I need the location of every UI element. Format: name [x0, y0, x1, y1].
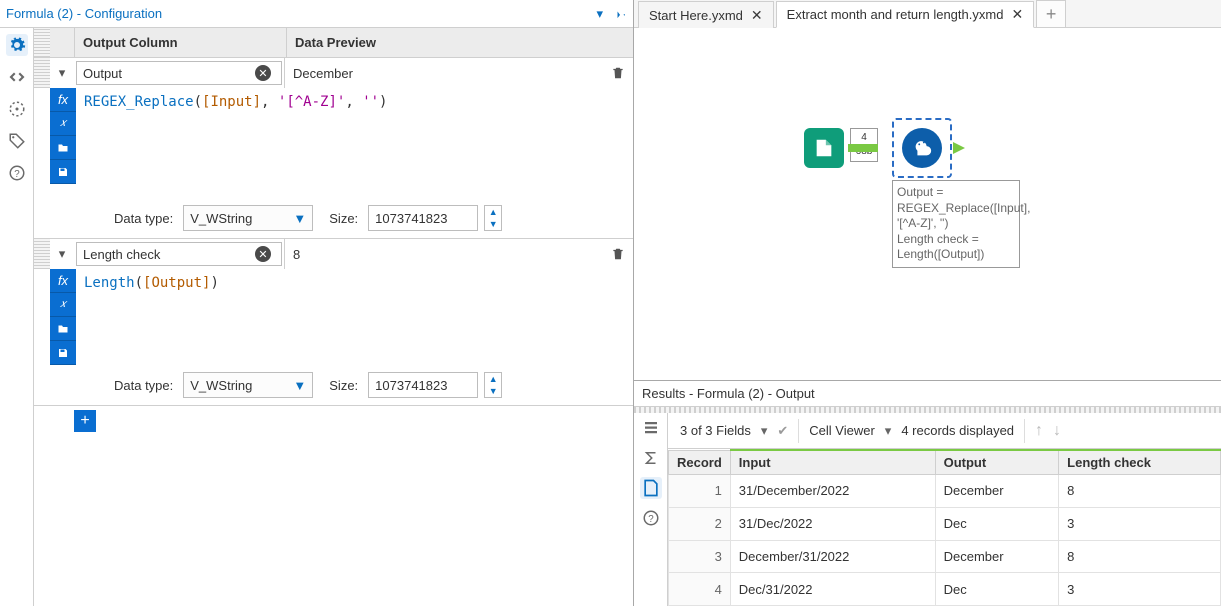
add-tab-button[interactable]: + — [1036, 0, 1066, 27]
results-toolbar: 3 of 3 Fields ▾ ✔ Cell Viewer ▾ 4 record… — [668, 413, 1221, 449]
trash-icon[interactable] — [611, 66, 625, 80]
fx-icon[interactable]: fx — [50, 88, 76, 112]
collapse-icon[interactable]: ▾ — [596, 6, 603, 22]
fields-count-text: 3 of 3 Fields — [680, 423, 751, 438]
document-tab-bar: Start Here.yxmd ✕ Extract month and retu… — [634, 0, 1221, 28]
size-label: Size: — [329, 211, 358, 226]
folder-open-icon[interactable] — [50, 136, 76, 160]
help-icon[interactable]: ? — [6, 162, 28, 184]
cell-viewer-label[interactable]: Cell Viewer — [809, 423, 875, 438]
table-row[interactable]: 2 31/Dec/2022 Dec 3 — [669, 507, 1221, 540]
close-icon[interactable]: ✕ — [751, 7, 763, 24]
datatype-select-2[interactable]: V_WString▼ — [183, 372, 313, 398]
col-record[interactable]: Record — [669, 450, 731, 475]
col-output[interactable]: Output — [935, 450, 1059, 475]
datatype-label: Data type: — [114, 378, 173, 393]
table-row[interactable]: 1 31/December/2022 December 8 — [669, 475, 1221, 508]
tab-start-here[interactable]: Start Here.yxmd ✕ — [638, 1, 774, 28]
connection-line — [848, 144, 878, 152]
tab-extract-month[interactable]: Extract month and return length.yxmd ✕ — [776, 1, 1035, 28]
tool-annotation: Output = REGEX_Replace([Input], '[^A-Z]'… — [892, 180, 1020, 268]
variable-x-icon[interactable]: 𝑥 — [50, 112, 76, 136]
formula-block-2: ▾ Length check ✕ 8 fx — [34, 239, 633, 406]
trash-icon[interactable] — [611, 247, 625, 261]
svg-text:?: ? — [14, 169, 20, 180]
output-name-1[interactable]: Output — [83, 66, 255, 81]
data-preview-icon[interactable] — [640, 477, 662, 499]
config-side-rail: ? — [0, 28, 34, 606]
size-spinner-2[interactable]: ▲▼ — [484, 372, 502, 398]
datatype-label: Data type: — [114, 211, 173, 226]
preview-value-1: December — [293, 66, 353, 81]
formula-tool[interactable] — [892, 118, 952, 178]
col-input[interactable]: Input — [730, 450, 935, 475]
config-title: Formula (2) - Configuration — [6, 6, 162, 21]
tab-label: Extract month and return length.yxmd — [787, 7, 1004, 22]
right-panel: Start Here.yxmd ✕ Extract month and retu… — [634, 0, 1221, 606]
table-row[interactable]: 3 December/31/2022 December 8 — [669, 540, 1221, 573]
size-spinner-1[interactable]: ▲▼ — [484, 205, 502, 231]
output-name-2[interactable]: Length check — [83, 247, 255, 262]
formula-block-1: ▾ Output ✕ December fx — [34, 58, 633, 239]
variable-x-icon[interactable]: 𝑥 — [50, 293, 76, 317]
results-table: Record Input Output Length check 1 31/De… — [668, 449, 1221, 606]
help-icon[interactable]: ? — [640, 507, 662, 529]
expression-editor-2[interactable]: Length([Output]) — [76, 269, 633, 365]
size-label: Size: — [329, 378, 358, 393]
configuration-panel: Formula (2) - Configuration ▾ ? — [0, 0, 634, 606]
fields-dropdown-icon[interactable]: ▾ — [761, 423, 768, 439]
output-anchor[interactable] — [953, 142, 965, 154]
workflow-canvas[interactable]: 4 68b Output = REGEX_Replace([Input], '[… — [634, 28, 1221, 380]
checkmark-icon[interactable]: ✔ — [777, 423, 788, 439]
results-side-rail: ? — [634, 413, 668, 606]
size-input-1[interactable]: 1073741823 — [368, 205, 478, 231]
clear-output-icon[interactable]: ✕ — [255, 246, 271, 262]
pin-icon[interactable] — [613, 7, 627, 21]
save-disk-icon[interactable] — [50, 341, 76, 365]
sigma-icon[interactable] — [640, 447, 662, 469]
clear-output-icon[interactable]: ✕ — [255, 65, 271, 81]
folder-open-icon[interactable] — [50, 317, 76, 341]
results-panel: Results - Formula (2) - Output ? 3 — [634, 380, 1221, 606]
navigation-icon[interactable] — [6, 98, 28, 120]
chevron-down-icon[interactable]: ▾ — [59, 65, 66, 81]
output-column-header: Output Column — [74, 28, 286, 57]
fx-icon[interactable]: fx — [50, 269, 76, 293]
close-icon[interactable]: ✕ — [1011, 6, 1023, 23]
arrow-down-icon[interactable]: ↓ — [1053, 422, 1061, 440]
datatype-select-1[interactable]: V_WString▼ — [183, 205, 313, 231]
size-input-2[interactable]: 1073741823 — [368, 372, 478, 398]
preview-value-2: 8 — [293, 247, 300, 262]
text-input-tool[interactable] — [804, 128, 844, 168]
all-messages-icon[interactable] — [640, 417, 662, 439]
chevron-down-icon[interactable]: ▾ — [59, 246, 66, 262]
xml-icon[interactable] — [6, 66, 28, 88]
dropdown-icon[interactable]: ▾ — [885, 423, 892, 439]
arrow-up-icon[interactable]: ↑ — [1035, 422, 1043, 440]
table-row[interactable]: 4 Dec/31/2022 Dec 3 — [669, 573, 1221, 606]
records-displayed-text: 4 records displayed — [901, 423, 1014, 438]
config-title-bar: Formula (2) - Configuration ▾ — [0, 0, 633, 28]
formula-header-row: Output Column Data Preview — [34, 28, 633, 58]
results-title: Results - Formula (2) - Output — [634, 381, 1221, 407]
data-preview-header: Data Preview — [286, 28, 633, 57]
col-length-check[interactable]: Length check — [1059, 450, 1221, 475]
save-disk-icon[interactable] — [50, 160, 76, 184]
tag-icon[interactable] — [6, 130, 28, 152]
expression-editor-1[interactable]: REGEX_Replace([Input], '[^A-Z]', '') — [76, 88, 633, 198]
tab-label: Start Here.yxmd — [649, 8, 743, 23]
add-formula-button[interactable]: + — [74, 410, 96, 432]
svg-text:?: ? — [648, 514, 654, 525]
gear-icon[interactable] — [6, 34, 28, 56]
